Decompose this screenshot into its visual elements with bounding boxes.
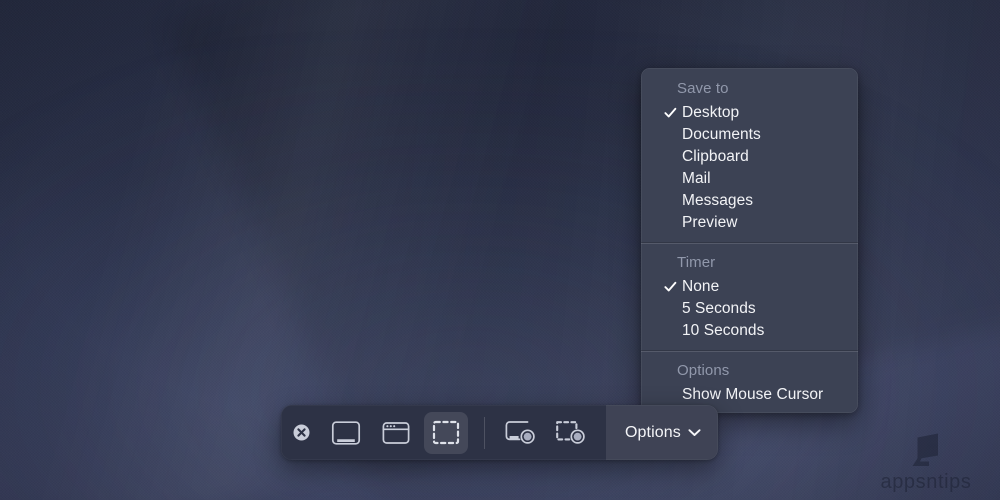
close-toolbar-button[interactable] [281,405,321,460]
checkmark-icon [664,107,677,118]
menu-item-label: Mail [682,170,711,187]
capture-entire-screen-button[interactable] [324,412,368,454]
menu-item-label: Preview [682,214,738,231]
screenshot-capture-toolbar: Options [281,405,718,460]
options-button[interactable]: Options [606,405,718,460]
watermark-text: appsntips [880,471,972,493]
menu-section-timer: Timer None 5 Seconds 10 Seconds [641,248,858,342]
menu-item-label: Messages [682,192,754,209]
record-entire-screen-icon [505,421,535,444]
menu-item-mail[interactable]: Mail [641,168,858,190]
menu-item-label: Documents [682,126,761,143]
menu-item-clipboard[interactable]: Clipboard [641,146,858,168]
menu-item-none[interactable]: None [641,276,858,298]
options-dropdown-menu: Save to Desktop Documents Clipboard Mail… [641,68,858,413]
menu-section-options: Options Show Mouse Cursor [641,356,858,406]
menu-item-label: None [682,278,720,295]
options-button-label: Options [625,423,681,441]
menu-item-label: Show Mouse Cursor [682,386,824,403]
capture-selected-window-icon [382,421,410,444]
capture-selected-portion-icon [432,420,460,445]
toolbar-divider [484,416,485,449]
checkmark-icon [664,281,677,292]
menu-item-preview[interactable]: Preview [641,212,858,234]
appsntips-logo-icon [912,433,938,466]
menu-item-label: 5 Seconds [682,300,756,317]
menu-item-show-mouse-cursor[interactable]: Show Mouse Cursor [641,384,858,406]
menu-section-title-options: Options [677,362,730,379]
record-entire-screen-button[interactable] [499,412,543,454]
watermark: appsntips [866,430,986,492]
menu-item-label: Desktop [682,104,740,121]
chevron-down-icon [688,429,701,436]
menu-item-documents[interactable]: Documents [641,124,858,146]
menu-section-title-timer: Timer [677,254,716,271]
menu-section-save-to: Save to Desktop Documents Clipboard Mail… [641,74,858,234]
close-circle-icon [293,424,309,441]
record-selected-portion-button[interactable] [549,412,593,454]
menu-separator [641,351,858,352]
menu-item-10-seconds[interactable]: 10 Seconds [641,320,858,342]
menu-item-5-seconds[interactable]: 5 Seconds [641,298,858,320]
record-selected-portion-icon [556,421,585,444]
desktop-screen: appsntips Save to Desktop Documents Clip… [0,0,1000,500]
menu-separator [641,243,858,244]
menu-item-label: 10 Seconds [682,322,765,339]
menu-item-messages[interactable]: Messages [641,190,858,212]
menu-section-title-save-to: Save to [677,80,729,97]
capture-entire-screen-icon [331,420,361,445]
menu-item-label: Clipboard [682,148,749,165]
capture-selected-portion-button[interactable] [424,411,468,454]
menu-item-desktop[interactable]: Desktop [641,102,858,124]
capture-selected-window-button[interactable] [374,412,418,454]
